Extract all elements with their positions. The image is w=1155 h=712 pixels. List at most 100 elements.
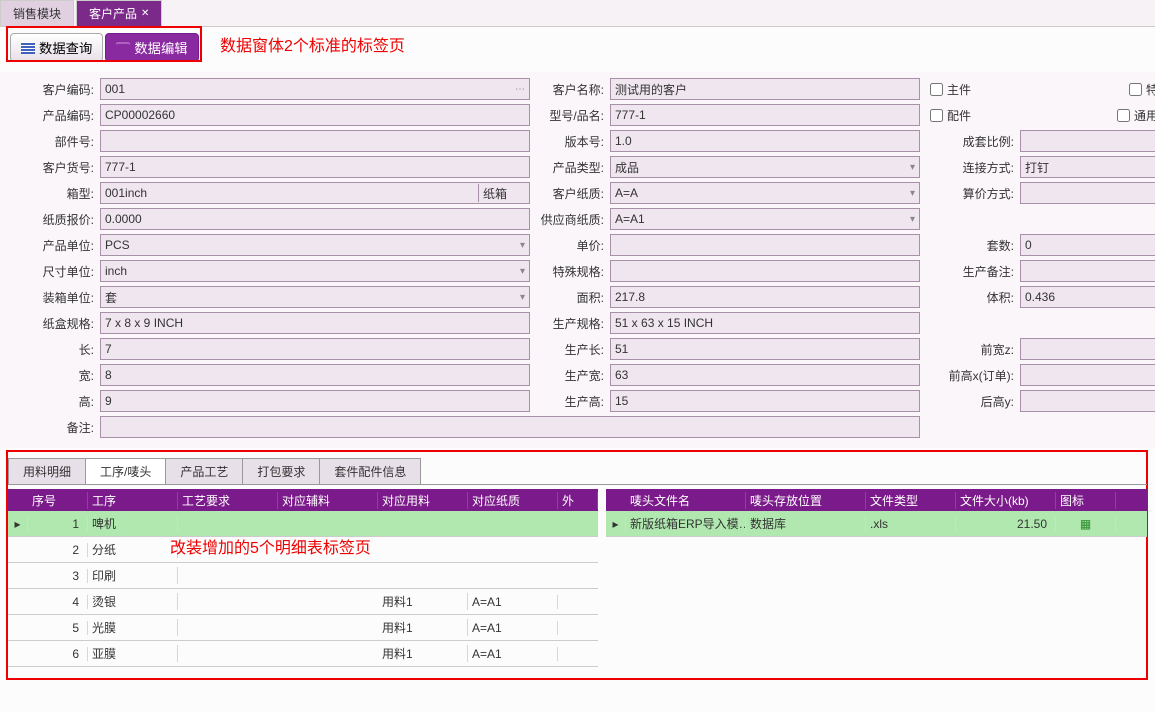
- remark-input[interactable]: [100, 416, 920, 438]
- table-row[interactable]: 5光膜用料1A=A1: [8, 615, 598, 641]
- label-box-spec: 纸盒规格:: [30, 315, 100, 332]
- part-no-input[interactable]: [100, 130, 530, 152]
- label-conn-method: 连接方式:: [930, 159, 1020, 176]
- label-remark: 备注:: [30, 419, 100, 436]
- calc-method-combo[interactable]: ▾: [1020, 182, 1155, 204]
- prod-hei-input[interactable]: 15: [610, 390, 920, 412]
- form-area: 客户编码: 001⋯ 客户名称: 测试用的客户 主件 特价 产品编码: CP00…: [0, 72, 1155, 448]
- version-input[interactable]: 1.0: [610, 130, 920, 152]
- cust-paper-combo[interactable]: A=A▾: [610, 182, 920, 204]
- conn-method-input[interactable]: 打钉: [1020, 156, 1155, 178]
- grid2-header: 唛头文件名 唛头存放位置 文件类型 文件大小(kb) 图标: [606, 489, 1147, 511]
- size-unit-combo[interactable]: inch▾: [100, 260, 530, 282]
- height-input[interactable]: 9: [100, 390, 530, 412]
- tab-process[interactable]: 工序/唛头: [85, 458, 166, 484]
- label-special-spec: 特殊规格:: [540, 263, 610, 280]
- grid-icon: [21, 42, 35, 54]
- label-prod-type: 产品类型:: [540, 159, 610, 176]
- label-width: 宽:: [30, 367, 100, 384]
- check-special[interactable]: 特价: [1129, 81, 1155, 98]
- chevron-down-icon: ▾: [520, 240, 525, 251]
- tab-kit[interactable]: 套件配件信息: [319, 458, 421, 484]
- cust-name-input[interactable]: 测试用的客户: [610, 78, 920, 100]
- label-front-height-x: 前高x(订单):: [930, 367, 1020, 384]
- label-size-unit: 尺寸单位:: [30, 263, 100, 280]
- cust-code-input[interactable]: 001⋯: [100, 78, 530, 100]
- label-supplier-paper: 供应商纸质:: [540, 211, 610, 228]
- label-box-type: 箱型:: [30, 185, 100, 202]
- chevron-down-icon: ▾: [910, 162, 915, 173]
- data-edit-button[interactable]: 数据编辑: [105, 33, 198, 62]
- label-prod-hei: 生产高:: [540, 393, 610, 410]
- back-height-y-input[interactable]: [1020, 390, 1155, 412]
- chevron-down-icon: ▾: [520, 292, 525, 303]
- dropdown-icon: ⋯: [515, 84, 525, 95]
- label-model: 型号/品名:: [540, 107, 610, 124]
- box-type-input[interactable]: 001inch纸箱: [100, 182, 530, 204]
- label-set-ratio: 成套比例:: [930, 133, 1020, 150]
- label-prod-len: 生产长:: [540, 341, 610, 358]
- detail-tabs: 用料明细 工序/唛头 产品工艺 打包要求 套件配件信息: [8, 458, 1147, 485]
- data-query-button[interactable]: 数据查询: [10, 33, 103, 62]
- label-prod-wid: 生产宽:: [540, 367, 610, 384]
- tab-pack[interactable]: 打包要求: [242, 458, 320, 484]
- table-row[interactable]: 6亚膜用料1A=A1: [8, 641, 598, 667]
- label-front-width-z: 前宽z:: [930, 341, 1020, 358]
- label-calc-method: 算价方式:: [930, 185, 1020, 202]
- unit-price-input[interactable]: [610, 234, 920, 256]
- length-input[interactable]: 7: [100, 338, 530, 360]
- label-prod-unit: 产品单位:: [30, 237, 100, 254]
- label-cust-name: 客户名称:: [540, 81, 610, 98]
- check-accessory[interactable]: 配件: [930, 107, 971, 124]
- front-width-z-input[interactable]: [1020, 338, 1155, 360]
- tab-tech[interactable]: 产品工艺: [165, 458, 243, 484]
- tab-material[interactable]: 用料明细: [8, 458, 86, 484]
- width-input[interactable]: 8: [100, 364, 530, 386]
- label-volume: 体积:: [930, 289, 1020, 306]
- table-row[interactable]: 3印刷: [8, 563, 598, 589]
- prod-len-input[interactable]: 51: [610, 338, 920, 360]
- pack-unit-combo[interactable]: 套▾: [100, 286, 530, 308]
- check-main[interactable]: 主件: [930, 81, 971, 98]
- prod-type-combo[interactable]: 成品▾: [610, 156, 920, 178]
- area-input[interactable]: 217.8: [610, 286, 920, 308]
- front-height-x-input[interactable]: [1020, 364, 1155, 386]
- label-produce-spec: 生产规格:: [540, 315, 610, 332]
- box-spec-input[interactable]: 7 x 8 x 9 INCH: [100, 312, 530, 334]
- label-pack-unit: 装箱单位:: [30, 289, 100, 306]
- label-paper-price: 纸质报价:: [30, 211, 100, 228]
- label-cust-code: 客户编码:: [30, 81, 100, 98]
- prod-wid-input[interactable]: 63: [610, 364, 920, 386]
- prod-unit-combo[interactable]: PCS▾: [100, 234, 530, 256]
- label-area: 面积:: [540, 289, 610, 306]
- sets-input[interactable]: 0: [1020, 234, 1155, 256]
- label-version: 版本号:: [540, 133, 610, 150]
- label-prod-remark: 生产备注:: [930, 263, 1020, 280]
- tab-customer-product[interactable]: 客户产品 ✕: [76, 0, 162, 26]
- label-unit-price: 单价:: [540, 237, 610, 254]
- close-icon[interactable]: ✕: [141, 8, 149, 19]
- cust-article-input[interactable]: 777-1: [100, 156, 530, 178]
- set-ratio-input[interactable]: [1020, 130, 1155, 152]
- table-row[interactable]: 4烫银用料1A=A1: [8, 589, 598, 615]
- annotation-text-bottom: 改装增加的5个明细表标签页: [170, 534, 371, 558]
- prod-code-input[interactable]: CP00002660: [100, 104, 530, 126]
- volume-input[interactable]: 0.436: [1020, 286, 1155, 308]
- label-cust-article: 客户货号:: [30, 159, 100, 176]
- xls-icon: ▦: [1056, 517, 1116, 531]
- toolbar: 数据查询 数据编辑: [0, 27, 1155, 72]
- file-grid: 唛头文件名 唛头存放位置 文件类型 文件大小(kb) 图标 ▸新版纸箱ERP导入…: [606, 489, 1147, 667]
- model-input[interactable]: 777-1: [610, 104, 920, 126]
- label-cust-paper: 客户纸质:: [540, 185, 610, 202]
- special-spec-input[interactable]: [610, 260, 920, 282]
- tab-sales[interactable]: 销售模块: [0, 0, 74, 26]
- table-row[interactable]: ▸新版纸箱ERP导入模…数据库.xls21.50▦: [606, 511, 1147, 537]
- database-icon: [116, 42, 130, 54]
- chevron-down-icon: ▾: [520, 266, 525, 277]
- check-universal[interactable]: 通用箱: [1117, 107, 1155, 124]
- supplier-paper-combo[interactable]: A=A1▾: [610, 208, 920, 230]
- label-prod-code: 产品编码:: [30, 107, 100, 124]
- paper-price-input[interactable]: 0.0000: [100, 208, 530, 230]
- prod-remark-input[interactable]: [1020, 260, 1155, 282]
- produce-spec-input[interactable]: 51 x 63 x 15 INCH: [610, 312, 920, 334]
